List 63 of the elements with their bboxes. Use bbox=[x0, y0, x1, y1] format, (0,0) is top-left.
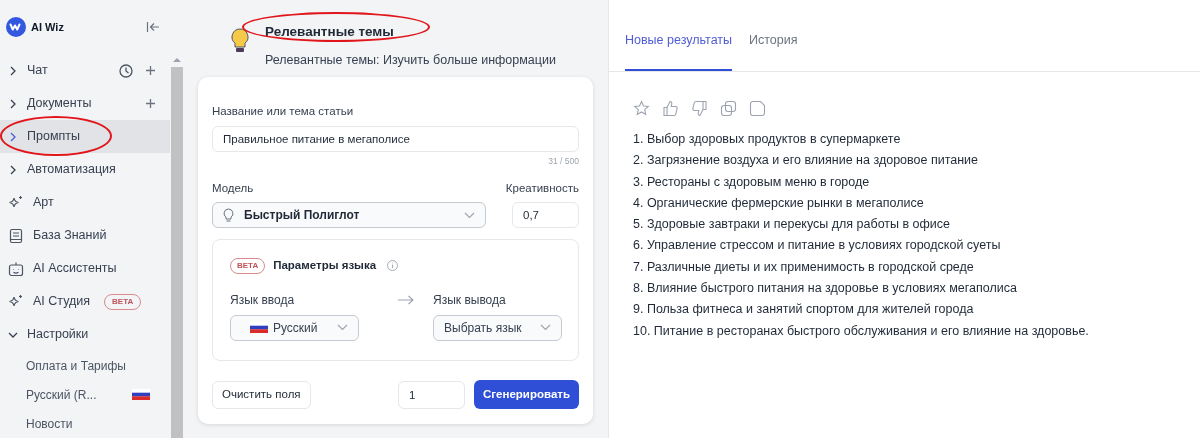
thumbs-up-icon[interactable] bbox=[662, 100, 679, 117]
sidebar-item[interactable]: Чат bbox=[0, 54, 170, 87]
lightbulb-icon bbox=[223, 208, 234, 223]
model-select[interactable]: Быстрый Полиглот bbox=[212, 202, 486, 229]
logo-icon bbox=[6, 17, 26, 37]
output-language-select[interactable]: Выбрать язык bbox=[433, 314, 562, 341]
result-item: 6. Управление стрессом и питание в условиях городской суеты bbox=[633, 237, 1002, 255]
sidebar-subitem[interactable]: Русский (R... bbox=[0, 380, 170, 409]
caret-icon bbox=[540, 324, 551, 331]
result-item: 9. Польза фитнеса и занятий спортом для жителей города bbox=[633, 301, 975, 319]
add-icon[interactable] bbox=[145, 65, 156, 76]
input-language-select[interactable]: Русский bbox=[230, 314, 359, 341]
copy-icon[interactable] bbox=[720, 100, 737, 117]
collapse-sidebar-icon[interactable] bbox=[146, 21, 160, 33]
thumbs-down-icon[interactable] bbox=[691, 100, 708, 117]
flag-icon bbox=[132, 389, 150, 400]
sidebar-subitem[interactable]: Новости bbox=[0, 409, 170, 438]
field-label: Название или тема статьи bbox=[212, 104, 355, 119]
field-label: Язык ввода bbox=[230, 291, 296, 309]
arrow-right-icon bbox=[397, 294, 414, 305]
count-input[interactable]: 1 bbox=[398, 380, 465, 409]
generate-button[interactable]: Сгенерировать bbox=[474, 380, 579, 410]
result-item: 5. Здоровые завтраки и перекусы для работы в офисе bbox=[633, 216, 952, 234]
sidebar-item[interactable]: База Знаний bbox=[0, 219, 170, 252]
scrollbar[interactable] bbox=[170, 0, 183, 438]
caret-icon bbox=[337, 324, 348, 331]
note-icon[interactable] bbox=[749, 100, 766, 117]
lightbulb-icon bbox=[231, 28, 249, 54]
clear-fields-button[interactable]: Очистить поля bbox=[212, 380, 311, 409]
field-label: Креативность bbox=[505, 181, 579, 196]
page-subtitle: Релевантные темы: Изучить больше информации bbox=[265, 52, 556, 70]
result-item: 2. Загрязнение воздуха и его влияние на здоровое питание bbox=[633, 152, 980, 170]
result-item: 3. Рестораны с здоровым меню в городе bbox=[633, 173, 871, 191]
page-title: Релевантные темы bbox=[265, 23, 395, 41]
field-label: Язык вывода bbox=[433, 291, 507, 309]
character-counter: 31 / 500 bbox=[547, 155, 579, 168]
sidebar-item[interactable]: Документы bbox=[0, 87, 170, 120]
sidebar-item[interactable]: AI Студия BETA bbox=[0, 285, 170, 318]
robot-icon bbox=[8, 260, 24, 277]
info-icon bbox=[387, 260, 399, 272]
creativity-input[interactable]: 0,7 bbox=[512, 202, 579, 229]
tab[interactable]: Новые результаты bbox=[625, 27, 733, 71]
add-icon[interactable] bbox=[145, 98, 156, 109]
caret-icon bbox=[464, 211, 475, 219]
sidebar-item[interactable]: Настройки bbox=[0, 318, 170, 351]
field-label: Модель bbox=[212, 181, 254, 196]
result-item: 8. Влияние быстрого питания на здоровье в условиях мегаполиса bbox=[633, 280, 1018, 298]
sidebar-item[interactable]: AI Ассистенты bbox=[0, 252, 170, 285]
star-icon[interactable] bbox=[633, 100, 650, 117]
result-item: 7. Различные диеты и их применимость в городской среде bbox=[633, 258, 975, 276]
book-icon bbox=[8, 227, 24, 244]
sidebar-item[interactable]: Арт bbox=[0, 186, 170, 219]
tab[interactable]: История bbox=[749, 27, 798, 71]
sidebar-item[interactable]: Автоматизация bbox=[0, 153, 170, 186]
history-icon[interactable] bbox=[119, 63, 133, 78]
section-title: Параметры языка bbox=[273, 258, 377, 274]
app-name: AI Wiz bbox=[31, 19, 64, 35]
topic-input[interactable]: Правильное питание в мегаполисе bbox=[212, 126, 579, 153]
result-item: 4. Органические фермерские рынки в мегаполисе bbox=[633, 194, 925, 212]
result-item: 1. Выбор здоровых продуктов в супермаркете bbox=[633, 131, 902, 148]
result-item: 10. Питание в ресторанах быстрого обслуживания и его влияние на здоровье. bbox=[633, 322, 1090, 340]
sidebar-subitem[interactable]: Оплата и Тарифы bbox=[0, 351, 170, 380]
flag-icon bbox=[250, 322, 268, 333]
